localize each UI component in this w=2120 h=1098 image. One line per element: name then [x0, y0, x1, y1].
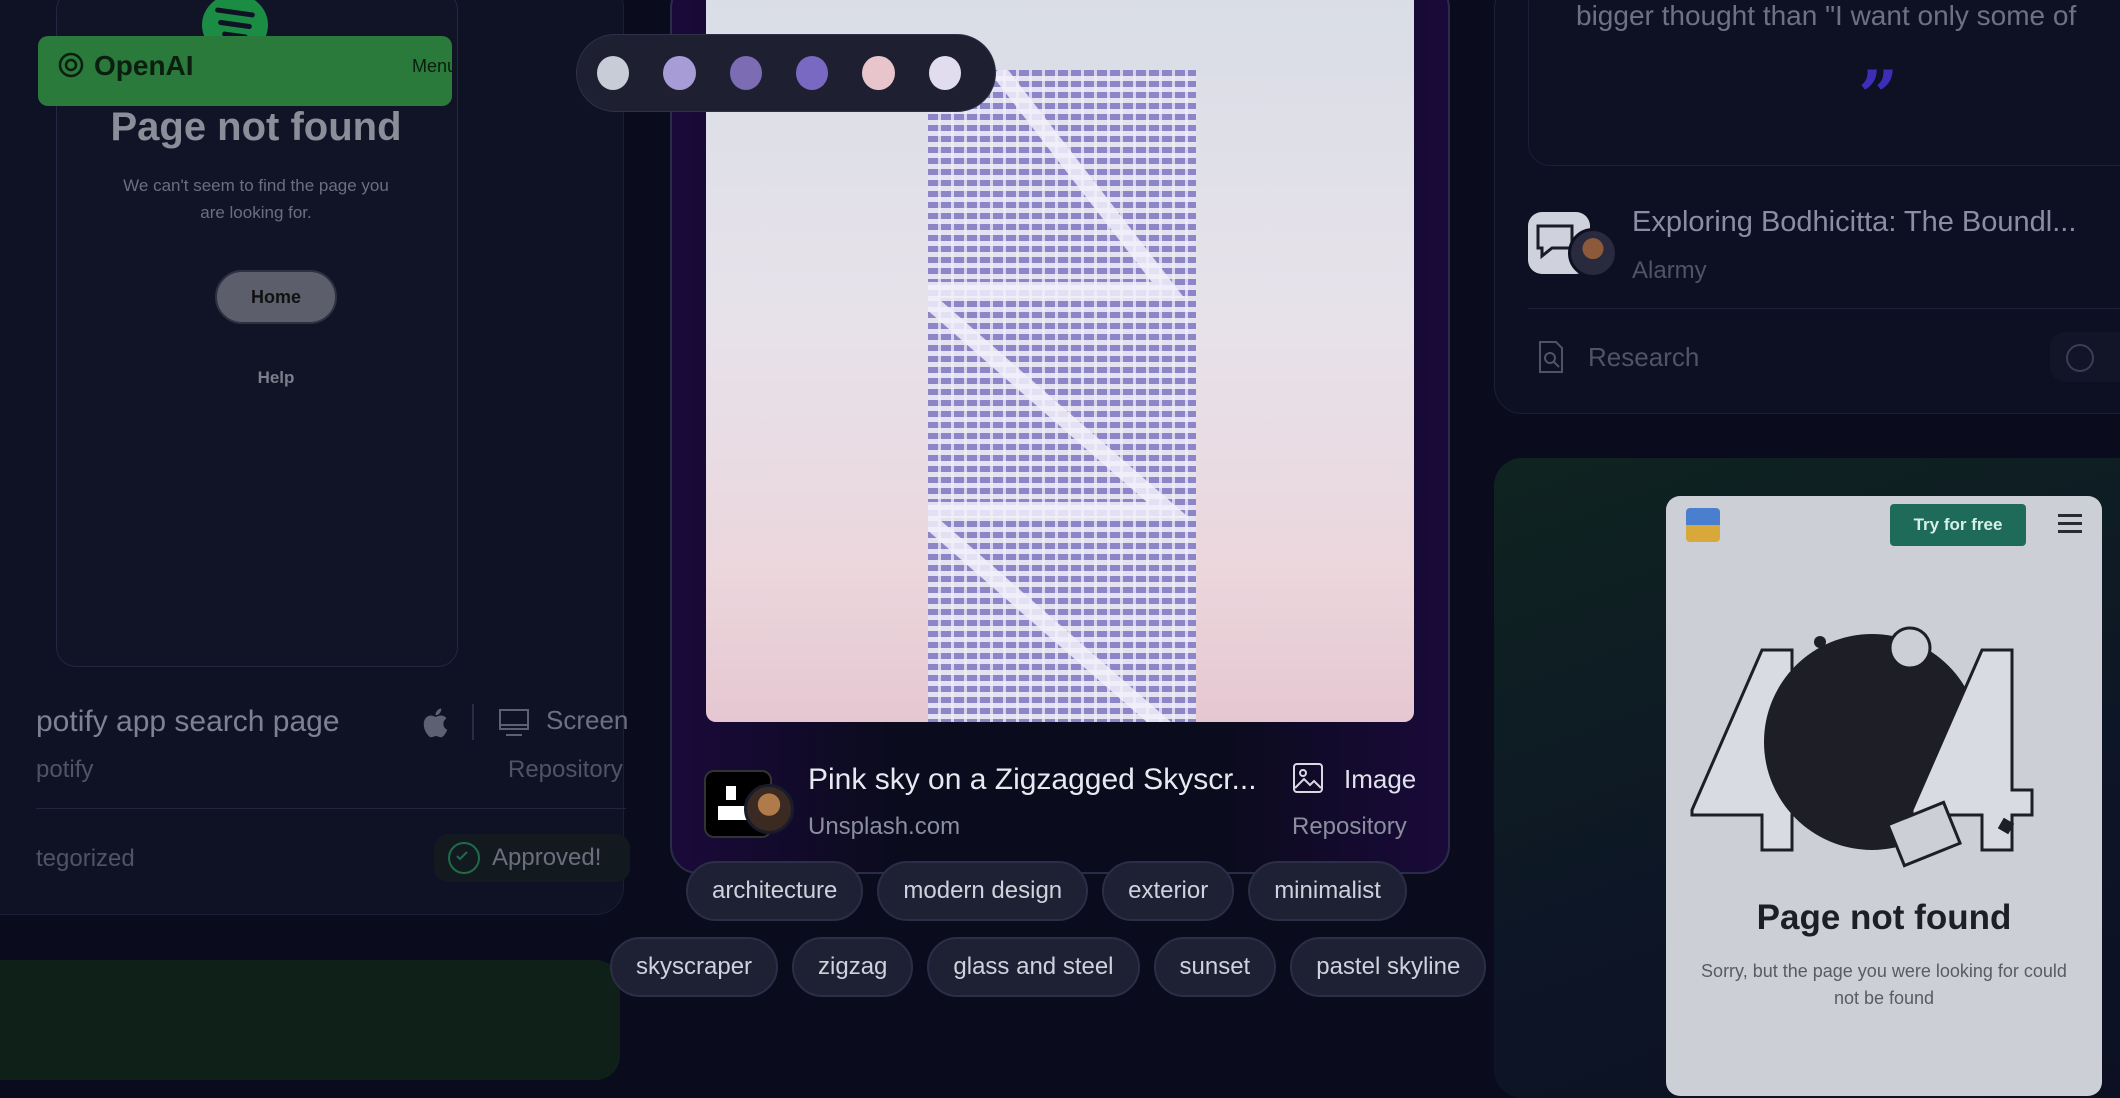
tag-chip[interactable]: exterior — [1102, 861, 1235, 921]
status-badge — [2050, 332, 2120, 382]
openai-menu-link: Menu — [412, 56, 458, 76]
try-for-free-button[interactable]: Try for free — [1890, 504, 2026, 546]
hamburger-menu-icon[interactable] — [2058, 514, 2082, 534]
approved-badge: Approved! — [434, 834, 630, 882]
platform-label: Screen — [546, 705, 629, 735]
color-swatch[interactable] — [663, 56, 696, 90]
result-title[interactable]: potify app search page — [36, 705, 340, 739]
approved-label: Approved! — [492, 844, 602, 871]
color-swatch[interactable] — [795, 56, 829, 90]
tag-row: architecture modern design exterior mini… — [686, 861, 1407, 921]
avatar — [744, 784, 794, 834]
result-source[interactable]: Unsplash.com — [808, 813, 960, 841]
apple-icon — [423, 708, 448, 738]
zigzag-tower-image — [928, 70, 1196, 722]
home-button[interactable]: Home — [215, 270, 337, 324]
media-type-label: Image — [1344, 764, 1417, 794]
help-link[interactable]: Help — [216, 368, 336, 388]
color-swatch[interactable] — [597, 56, 630, 90]
type-label: Repository — [508, 756, 623, 783]
result-source: potify — [36, 756, 94, 783]
color-palette — [576, 34, 996, 112]
openai-logo-icon — [58, 52, 84, 78]
research-icon — [1539, 341, 1563, 373]
tag-chip[interactable]: minimalist — [1248, 861, 1407, 921]
tag-chip[interactable]: sunset — [1153, 937, 1277, 997]
404-illustration — [1690, 626, 2034, 868]
check-circle-icon — [448, 842, 480, 874]
category-label: Research — [1588, 342, 1700, 372]
openai-brand: OpenAI — [94, 50, 194, 81]
tag-chip[interactable]: modern design — [877, 861, 1089, 921]
avatar — [1568, 228, 1618, 278]
image-icon — [1293, 763, 1323, 793]
result-title[interactable]: Exploring Bodhicitta: The Boundl... — [1632, 206, 2076, 239]
type-label: Repository — [1292, 813, 1407, 840]
page-not-found-subtitle: Sorry, but the page you were looking for… — [1701, 961, 2067, 1008]
divider — [36, 808, 626, 809]
openai-result-card[interactable] — [0, 960, 620, 1080]
tag-chip[interactable]: zigzag — [792, 937, 914, 997]
category-label: tegorized — [36, 845, 135, 872]
divider — [1528, 308, 2120, 309]
quote-text: bigger thought than "I want only some of — [1576, 0, 2077, 31]
screen-icon — [499, 709, 529, 736]
tag-chip[interactable]: pastel skyline — [1290, 937, 1487, 997]
result-source: Alarmy — [1632, 257, 1707, 284]
color-swatch[interactable] — [928, 56, 961, 90]
page-not-found-subtitle: We can't seem to find the page you are l… — [123, 176, 389, 222]
tag-chip[interactable]: glass and steel — [927, 937, 1140, 997]
result-title[interactable]: Pink sky on a Zigzagged Skyscr... — [808, 763, 1257, 797]
color-swatch[interactable] — [729, 56, 762, 90]
separator — [472, 704, 474, 740]
tag-chip[interactable]: skyscraper — [610, 937, 779, 997]
site-logo-icon — [1686, 508, 1720, 542]
page-not-found-title: Page not found — [110, 105, 402, 149]
color-swatch[interactable] — [862, 56, 895, 90]
tag-chip[interactable]: architecture — [686, 861, 864, 921]
page-not-found-title: Page not found — [1756, 898, 2012, 937]
quote-mark-icon: ” — [1858, 55, 1899, 138]
tag-row: skyscraper zigzag glass and steel sunset… — [610, 937, 1487, 997]
